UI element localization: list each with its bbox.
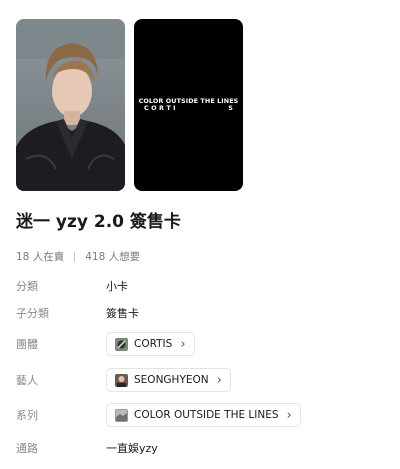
group-chip-label: CORTIS [134,338,173,350]
category-label: 分類 [16,280,38,293]
card-back-line2: C O R T I S [134,105,243,112]
chevron-right-icon: › [216,372,222,388]
group-row: 團體 CORTIS › [16,331,386,357]
stats-divider [74,251,76,262]
artist-avatar-icon [115,373,128,387]
category-value: 小卡 [106,280,128,293]
group-chip[interactable]: CORTIS › [106,332,195,356]
chevron-right-icon: › [180,336,186,352]
channel-label: 通路 [16,442,38,455]
group-label: 團體 [16,338,38,351]
series-chip-label: COLOR OUTSIDE THE LINES [134,409,279,421]
artist-chip[interactable]: SEONGHYEON › [106,368,231,392]
stats-bar: 18 人在賣 418 人想要 [16,249,140,264]
wanting-count[interactable]: 418 人想要 [85,249,140,264]
photocard-front-image[interactable] [16,19,125,191]
channel-value: 一直娛yzy [106,442,158,455]
subcategory-row: 子分類 簽售卡 [16,300,386,326]
item-title: 迷一 yzy 2.0 簽售卡 [16,212,181,232]
channel-row: 通路 一直娛yzy [16,435,386,461]
artist-row: 藝人 SEONGHYEON › [16,367,386,393]
selling-count[interactable]: 18 人在賣 [16,249,64,264]
group-logo-icon [115,337,128,351]
artist-chip-label: SEONGHYEON [134,374,209,386]
card-images: COLOR OUTSIDE THE LINES C O R T I S [16,19,244,191]
photocard-back-image[interactable]: COLOR OUTSIDE THE LINES C O R T I S [134,19,243,191]
artist-label: 藝人 [16,374,38,387]
series-label: 系列 [16,409,38,422]
series-chip[interactable]: COLOR OUTSIDE THE LINES › [106,403,301,427]
series-row: 系列 COLOR OUTSIDE THE LINES › [16,402,386,428]
subcategory-label: 子分類 [16,307,49,320]
category-row: 分類 小卡 [16,273,386,299]
series-cover-icon [115,408,128,422]
card-back-line2-left: C O R T I [144,104,176,112]
card-back-line2-right: S [228,104,233,112]
chevron-right-icon: › [286,407,292,423]
card-back-text: COLOR OUTSIDE THE LINES C O R T I S [134,98,243,112]
subcategory-value: 簽售卡 [106,307,139,320]
